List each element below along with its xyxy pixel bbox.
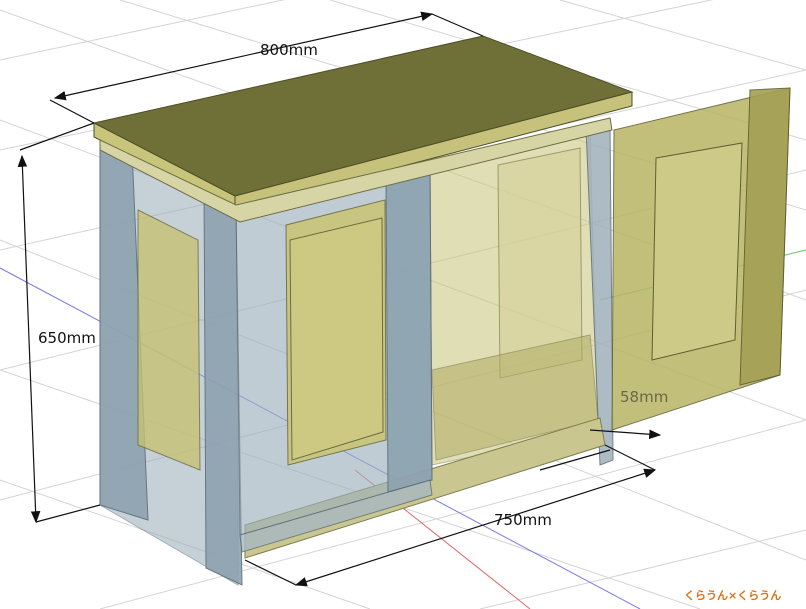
cabinet-cad-drawing: 58mm 800mm 650mm 750mm くらうん×くらうん xyxy=(0,0,806,609)
cabinet-right-side xyxy=(429,121,614,466)
watermark: くらうん×くらうん xyxy=(684,589,781,602)
depth-dimension-label: 750mm xyxy=(494,511,552,529)
hidden-dimension-label: 58mm xyxy=(620,388,668,406)
width-dimension-label: 800mm xyxy=(260,41,318,59)
height-dimension-label: 650mm xyxy=(38,329,96,347)
cabinet-open-door xyxy=(611,87,791,431)
